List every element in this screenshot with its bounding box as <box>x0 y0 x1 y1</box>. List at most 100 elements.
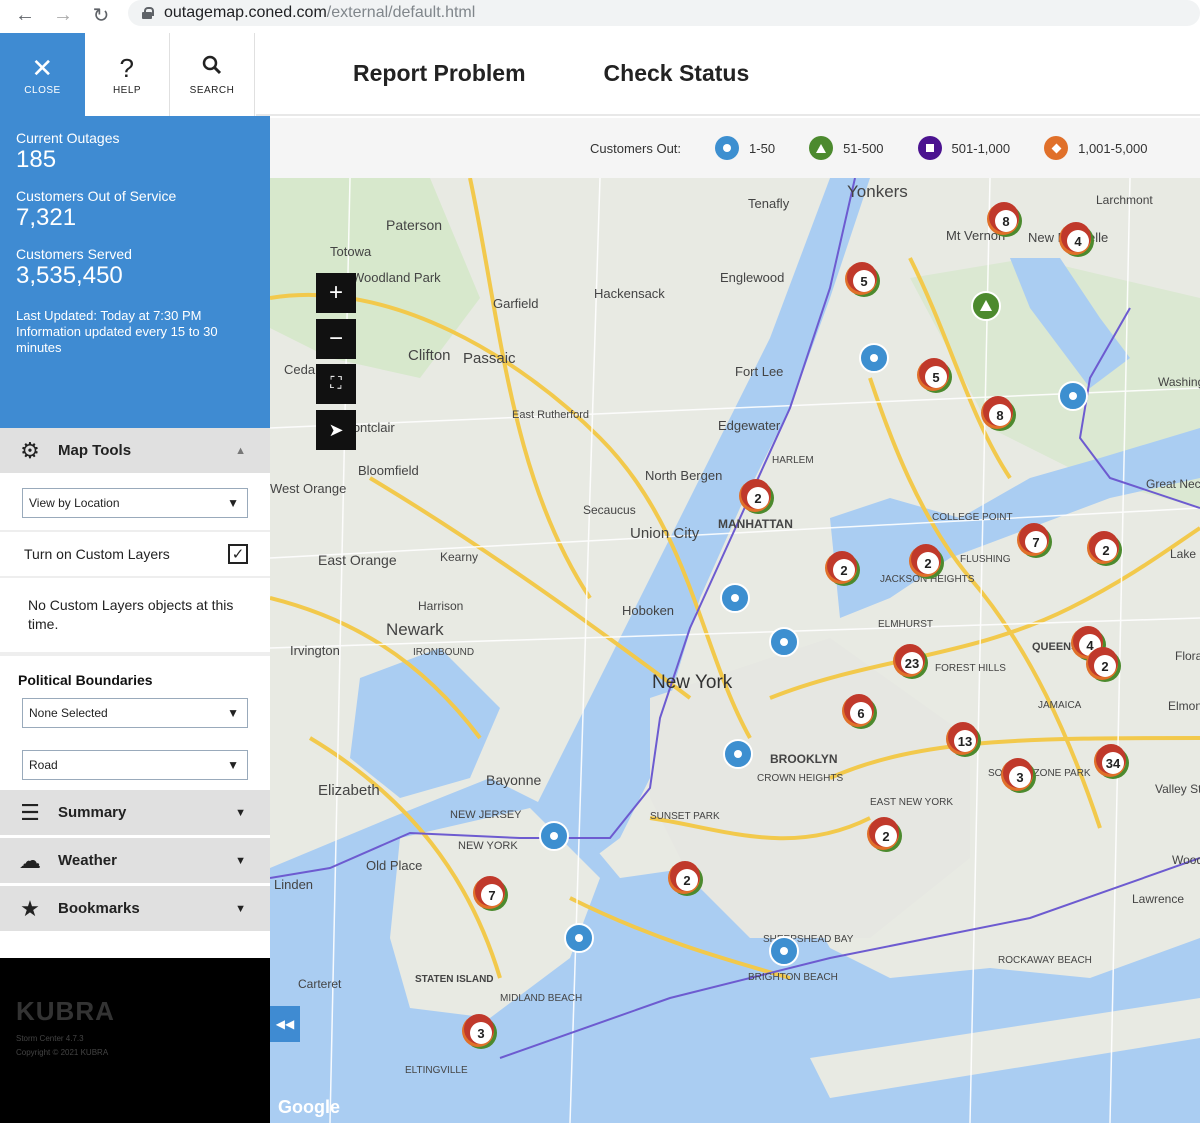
bookmarks-header[interactable]: ★ Bookmarks ▼ <box>0 886 270 934</box>
outage-marker[interactable] <box>1058 381 1088 411</box>
map-place-label: North Bergen <box>645 468 722 483</box>
outage-count: 5 <box>860 274 867 289</box>
current-outages-value: 185 <box>16 146 57 173</box>
search-label: SEARCH <box>189 85 235 96</box>
gear-icon: ⚙ <box>20 437 40 463</box>
outage-marker[interactable] <box>971 291 1001 321</box>
map-place-label: COLLEGE POINT <box>932 512 1013 523</box>
bookmarks-title: Bookmarks <box>58 900 140 917</box>
back-icon[interactable]: ← <box>10 0 40 30</box>
chevron-down-icon: ▼ <box>235 854 246 867</box>
outage-count: 3 <box>1016 770 1023 785</box>
triangle-icon <box>809 136 834 160</box>
map-place-label: Valley Stream <box>1155 782 1200 796</box>
map-place-label: Hoboken <box>622 603 674 618</box>
map-place-label: Linden <box>274 877 313 892</box>
last-updated: Last Updated: Today at 7:30 PM <box>16 308 202 323</box>
map-place-label: STATEN ISLAND <box>415 974 494 985</box>
branding-footer: KUBRA Storm Center 4.7.3 Copyright © 202… <box>0 958 270 1123</box>
chevron-down-icon: ▼ <box>235 806 246 819</box>
list-icon: ☰ <box>20 799 40 825</box>
weather-header[interactable]: ☁ Weather ▼ <box>0 838 270 886</box>
customers-out-value: 7,321 <box>16 204 77 231</box>
map-place-label: Great Neck <box>1146 477 1200 491</box>
square-icon <box>917 136 942 160</box>
fullscreen-icon: ⛶ <box>330 375 342 392</box>
report-problem-link[interactable]: Report Problem <box>353 60 526 87</box>
map-place-label: EAST NEW YORK <box>870 797 953 808</box>
map-place-label: Woodmere <box>1172 853 1200 867</box>
map-place-label: Lawrence <box>1132 892 1184 906</box>
kubra-logo: KUBRA <box>16 996 115 1026</box>
lock-icon <box>142 7 154 19</box>
map-place-label: Woodland Park <box>352 270 441 285</box>
double-chevron-left-icon: ◀◀ <box>275 1017 295 1031</box>
customers-served-label: Customers Served <box>16 246 132 262</box>
outage-marker[interactable] <box>720 583 750 613</box>
diamond-icon <box>1044 136 1069 160</box>
outage-marker[interactable] <box>769 936 799 966</box>
map-tools-header[interactable]: ⚙ Map Tools ▲ <box>0 428 270 476</box>
view-by-select[interactable]: View by Location ▼ <box>22 488 248 518</box>
map-type-select[interactable]: Road ▼ <box>22 750 248 780</box>
map-place-label: Larchmont <box>1096 193 1153 207</box>
check-status-link[interactable]: Check Status <box>604 60 750 87</box>
outage-marker[interactable] <box>859 343 889 373</box>
political-boundaries-panel: Political Boundaries None Selected ▼ Roa… <box>0 652 270 780</box>
legend-item-51-500: 51-500 <box>809 136 884 160</box>
outage-count: 2 <box>1102 543 1109 558</box>
location-arrow-icon: ➤ <box>328 419 344 440</box>
custom-layers-checkbox[interactable]: ✓ <box>228 544 248 564</box>
custom-layers-label: Turn on Custom Layers <box>24 546 170 562</box>
update-frequency: Information updated every 15 to 30 minut… <box>16 324 218 355</box>
zoom-in-button[interactable]: + <box>316 273 356 313</box>
map-place-label: East Orange <box>318 552 397 568</box>
map-place-label: Garfield <box>493 296 539 311</box>
chevron-down-icon: ▼ <box>227 758 239 772</box>
map-place-label: Elizabeth <box>318 782 380 799</box>
legend-label: 501-1,000 <box>951 140 1011 156</box>
outage-count: 3 <box>477 1026 484 1041</box>
outage-marker[interactable] <box>564 923 594 953</box>
chevron-up-icon: ▲ <box>235 444 246 457</box>
map-place-label: Newark <box>386 620 444 639</box>
collapse-sidebar-button[interactable]: ◀◀ <box>270 1006 300 1042</box>
map-place-label: CROWN HEIGHTS <box>757 773 843 784</box>
map-place-label: NEW YORK <box>458 840 518 852</box>
close-label: CLOSE <box>24 85 61 96</box>
legend-label: 1-50 <box>749 140 776 156</box>
map-place-label: MIDLAND BEACH <box>500 993 582 1004</box>
outage-map[interactable]: Yonkers Paterson Totowa Woodland Park Ga… <box>270 178 1200 1123</box>
close-icon: ✕ <box>31 53 54 83</box>
chevron-down-icon: ▼ <box>227 496 239 510</box>
sidebar-toolbar: ✕ CLOSE ? HELP SEARCH <box>0 33 270 116</box>
fullscreen-button[interactable]: ⛶ <box>316 364 356 404</box>
map-place-label: Bloomfield <box>358 463 419 478</box>
summary-header[interactable]: ☰ Summary ▼ <box>0 790 270 838</box>
zoom-out-button[interactable]: − <box>316 319 356 359</box>
forward-icon[interactable]: → <box>48 0 78 30</box>
help-label: HELP <box>112 85 142 96</box>
map-place-label: Elmont <box>1168 699 1200 713</box>
outage-marker[interactable] <box>539 821 569 851</box>
weather-title: Weather <box>58 852 117 869</box>
url-bar[interactable]: outagemap.coned.com/external/default.htm… <box>128 0 1200 26</box>
map-place-label: Paterson <box>386 217 442 233</box>
locate-button[interactable]: ➤ <box>316 410 356 450</box>
close-button[interactable]: ✕ CLOSE <box>0 33 85 116</box>
outage-marker[interactable] <box>769 627 799 657</box>
reload-icon[interactable]: ↻ <box>86 0 116 30</box>
map-place-label: SUNSET PARK <box>650 811 720 822</box>
chevron-down-icon: ▼ <box>227 706 239 720</box>
boundary-select[interactable]: None Selected ▼ <box>22 698 248 728</box>
map-place-label: ROCKAWAY BEACH <box>998 955 1092 966</box>
view-select-row: View by Location ▼ <box>0 476 270 532</box>
map-place-label: Kearny <box>440 550 478 564</box>
outage-marker[interactable] <box>723 739 753 769</box>
map-canvas[interactable]: Yonkers Paterson Totowa Woodland Park Ga… <box>270 178 1200 1123</box>
help-button[interactable]: ? HELP <box>85 33 170 116</box>
outage-count: 2 <box>840 563 847 578</box>
map-place-label: Fort Lee <box>735 364 783 379</box>
customers-out-label: Customers Out of Service <box>16 188 177 204</box>
search-button[interactable]: SEARCH <box>170 33 255 116</box>
